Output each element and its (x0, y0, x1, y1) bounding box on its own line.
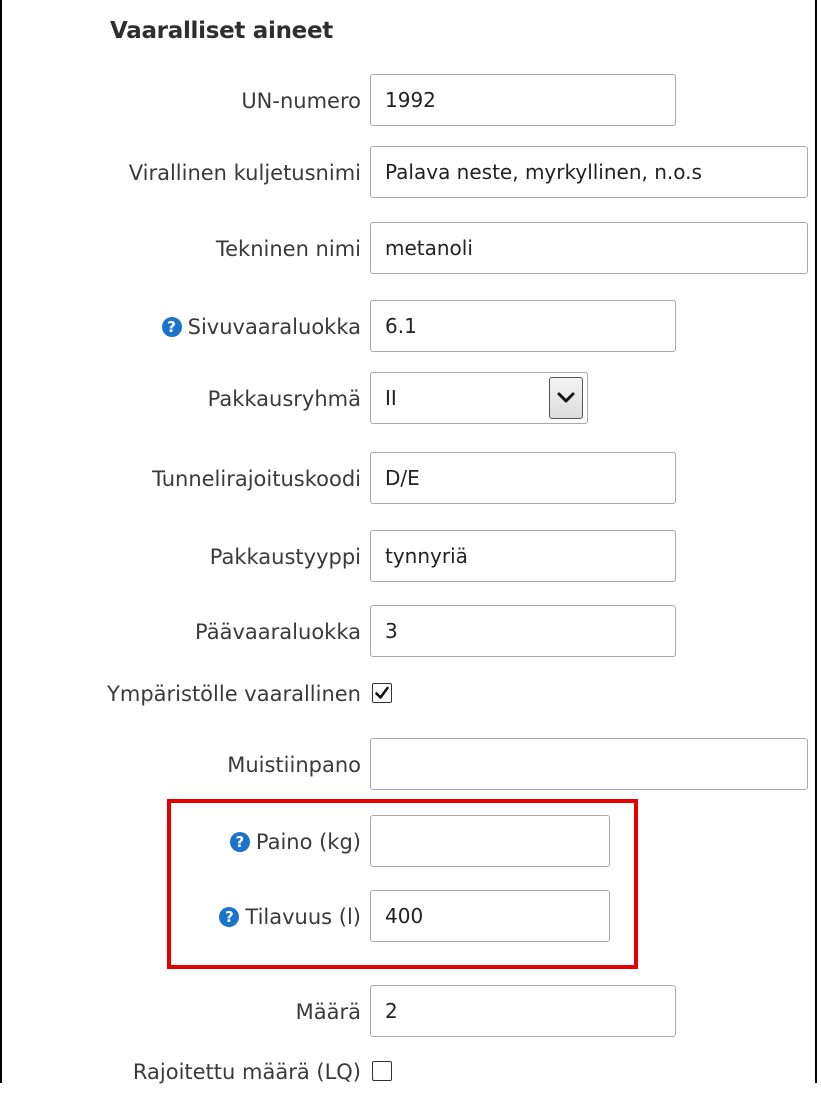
limited-quantity-checkbox[interactable] (372, 1061, 392, 1081)
technical-name-label: Tekninen nimi (216, 222, 361, 276)
packing-group-row: Pakkausryhmä II (2, 372, 819, 426)
technical-name-label-text: Tekninen nimi (215, 237, 361, 261)
primary-class-label-text: Päävaaraluokka (195, 620, 361, 644)
tunnel-code-row: Tunnelirajoituskoodi (2, 452, 819, 506)
note-label: Muistiinpano (227, 738, 361, 792)
limited-quantity-row: Rajoitettu määrä (LQ) (2, 1045, 819, 1099)
primary-class-input[interactable] (370, 605, 676, 657)
note-input[interactable] (370, 738, 808, 790)
subsidiary-class-row: ? Sivuvaaraluokka (2, 300, 819, 354)
subsidiary-class-input[interactable] (370, 300, 676, 352)
technical-name-input[interactable] (370, 222, 808, 274)
note-label-text: Muistiinpano (227, 753, 361, 777)
primary-class-row: Päävaaraluokka (2, 605, 819, 659)
primary-class-label: Päävaaraluokka (195, 605, 361, 659)
shipping-name-input[interactable] (370, 146, 808, 198)
limited-quantity-label: Rajoitettu määrä (LQ) (133, 1045, 361, 1099)
env-hazard-checkbox[interactable] (372, 683, 392, 703)
un-number-row: UN-numero (2, 74, 819, 128)
tunnel-code-label: Tunnelirajoituskoodi (152, 452, 361, 506)
env-hazard-label-text: Ympäristölle vaarallinen (107, 682, 361, 706)
un-number-input[interactable] (370, 74, 676, 126)
limited-quantity-label-text: Rajoitettu määrä (LQ) (132, 1060, 361, 1084)
quantity-row: Määrä (2, 985, 819, 1039)
un-number-label: UN-numero (241, 74, 361, 128)
chevron-down-icon[interactable] (549, 377, 583, 419)
env-hazard-row: Ympäristölle vaarallinen (2, 667, 819, 721)
package-type-row: Pakkaustyyppi (2, 530, 819, 584)
highlight-box (167, 799, 638, 969)
package-type-label-text: Pakkaustyyppi (209, 545, 361, 569)
packing-group-label: Pakkausryhmä (208, 372, 361, 426)
quantity-input[interactable] (370, 985, 676, 1037)
un-number-label-text: UN-numero (241, 89, 361, 113)
packing-group-label-text: Pakkausryhmä (207, 387, 361, 411)
subsidiary-class-label: ? Sivuvaaraluokka (161, 300, 361, 354)
note-row: Muistiinpano (2, 738, 819, 792)
technical-name-row: Tekninen nimi (2, 222, 819, 276)
checkmark-icon (375, 686, 389, 699)
shipping-name-label: Virallinen kuljetusnimi (129, 146, 361, 200)
subsidiary-class-label-text: Sivuvaaraluokka (187, 315, 361, 339)
env-hazard-label: Ympäristölle vaarallinen (107, 667, 361, 721)
form-panel: Vaaralliset aineet UN-numero Virallinen … (0, 0, 819, 1084)
packing-group-select[interactable]: II (370, 372, 588, 424)
package-type-input[interactable] (370, 530, 676, 582)
packing-group-value: II (385, 386, 397, 410)
package-type-label: Pakkaustyyppi (210, 530, 361, 584)
help-icon[interactable]: ? (161, 317, 182, 337)
shipping-name-row: Virallinen kuljetusnimi (2, 146, 819, 200)
quantity-label-text: Määrä (295, 1000, 361, 1024)
quantity-label: Määrä (296, 985, 361, 1039)
tunnel-code-label-text: Tunnelirajoituskoodi (152, 467, 361, 491)
shipping-name-label-text: Virallinen kuljetusnimi (128, 161, 361, 185)
section-title: Vaaralliset aineet (110, 18, 333, 44)
tunnel-code-input[interactable] (370, 452, 676, 504)
